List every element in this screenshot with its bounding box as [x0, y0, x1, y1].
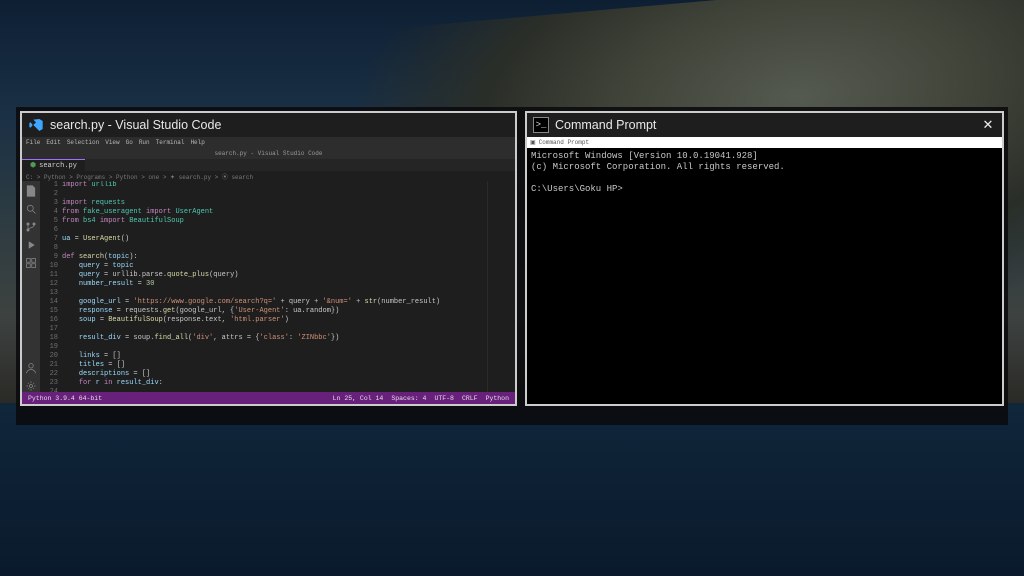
line-number-gutter: 1234567891011121314151617181920212223242…: [40, 181, 62, 392]
debug-icon[interactable]: [25, 239, 37, 251]
thumb-header: >_ Command Prompt ✕: [527, 113, 1002, 137]
cmd-window: ▣ Command Prompt Microsoft Windows [Vers…: [527, 137, 1002, 404]
status-python-version[interactable]: Python 3.9.4 64-bit: [28, 395, 102, 402]
vscode-statusbar[interactable]: Python 3.9.4 64-bit Ln 25, Col 14 Spaces:…: [22, 392, 515, 404]
extensions-icon[interactable]: [25, 257, 37, 269]
cmd-icon: >_: [533, 117, 549, 133]
menu-help[interactable]: Help: [190, 139, 204, 146]
cmd-inner-title-text: Command Prompt: [539, 139, 589, 146]
cmd-output[interactable]: Microsoft Windows [Version 10.0.19041.92…: [527, 148, 1002, 198]
status-item[interactable]: Python: [486, 395, 509, 402]
vscode-window: File Edit Selection View Go Run Terminal Help s…: [22, 137, 515, 404]
vscode-breadcrumb-text: C: > Python > Programs > Python > one > …: [26, 172, 253, 181]
vscode-titlebar-text: search.py - Visual Studio Code: [214, 150, 322, 157]
vscode-icon: [28, 117, 44, 133]
thumb-title: search.py - Visual Studio Code: [50, 118, 221, 132]
status-item[interactable]: CRLF: [462, 395, 478, 402]
menu-terminal[interactable]: Terminal: [156, 139, 185, 146]
close-icon[interactable]: ✕: [980, 117, 996, 133]
vscode-breadcrumb[interactable]: C: > Python > Programs > Python > one > …: [22, 171, 515, 181]
menu-run[interactable]: Run: [139, 139, 150, 146]
thumb-header: search.py - Visual Studio Code: [22, 113, 515, 137]
menu-selection[interactable]: Selection: [67, 139, 99, 146]
files-icon[interactable]: [25, 185, 37, 197]
vscode-titlebar: search.py - Visual Studio Code: [22, 147, 515, 159]
cmd-inner-titlebar: ▣ Command Prompt: [527, 137, 1002, 148]
task-view-strip: search.py - Visual Studio Code File Edit S…: [16, 107, 1008, 425]
search-icon[interactable]: [25, 203, 37, 215]
menu-edit[interactable]: Edit: [46, 139, 60, 146]
minimap[interactable]: [487, 181, 515, 392]
vscode-menubar[interactable]: File Edit Selection View Go Run Terminal Help: [22, 137, 515, 147]
status-item[interactable]: Ln 25, Col 14: [333, 395, 384, 402]
vscode-tabs[interactable]: ⬢ search.py: [22, 159, 515, 171]
vscode-tab-searchpy[interactable]: ⬢ search.py: [22, 159, 85, 171]
cmd-small-icon: ▣: [530, 139, 536, 146]
taskview-thumb-cmd[interactable]: >_ Command Prompt ✕ ▣ Command Prompt Mic…: [525, 111, 1004, 406]
code-area[interactable]: import urllibimport requestsfrom fake_us…: [62, 181, 487, 392]
menu-file[interactable]: File: [26, 139, 40, 146]
vscode-activity-bar[interactable]: [22, 181, 40, 392]
gear-icon[interactable]: [25, 380, 37, 392]
vscode-editor[interactable]: 1234567891011121314151617181920212223242…: [40, 181, 515, 392]
status-item[interactable]: UTF-8: [434, 395, 454, 402]
status-item[interactable]: Spaces: 4: [391, 395, 426, 402]
branch-icon[interactable]: [25, 221, 37, 233]
account-icon[interactable]: [25, 362, 37, 374]
vscode-tab-label: search.py: [39, 162, 77, 170]
menu-view[interactable]: View: [105, 139, 119, 146]
python-file-icon: ⬢: [30, 161, 36, 170]
taskview-thumb-vscode[interactable]: search.py - Visual Studio Code File Edit S…: [20, 111, 517, 406]
menu-go[interactable]: Go: [126, 139, 133, 146]
thumb-title: Command Prompt: [555, 118, 656, 132]
desktop-wallpaper-water: [0, 403, 1024, 576]
